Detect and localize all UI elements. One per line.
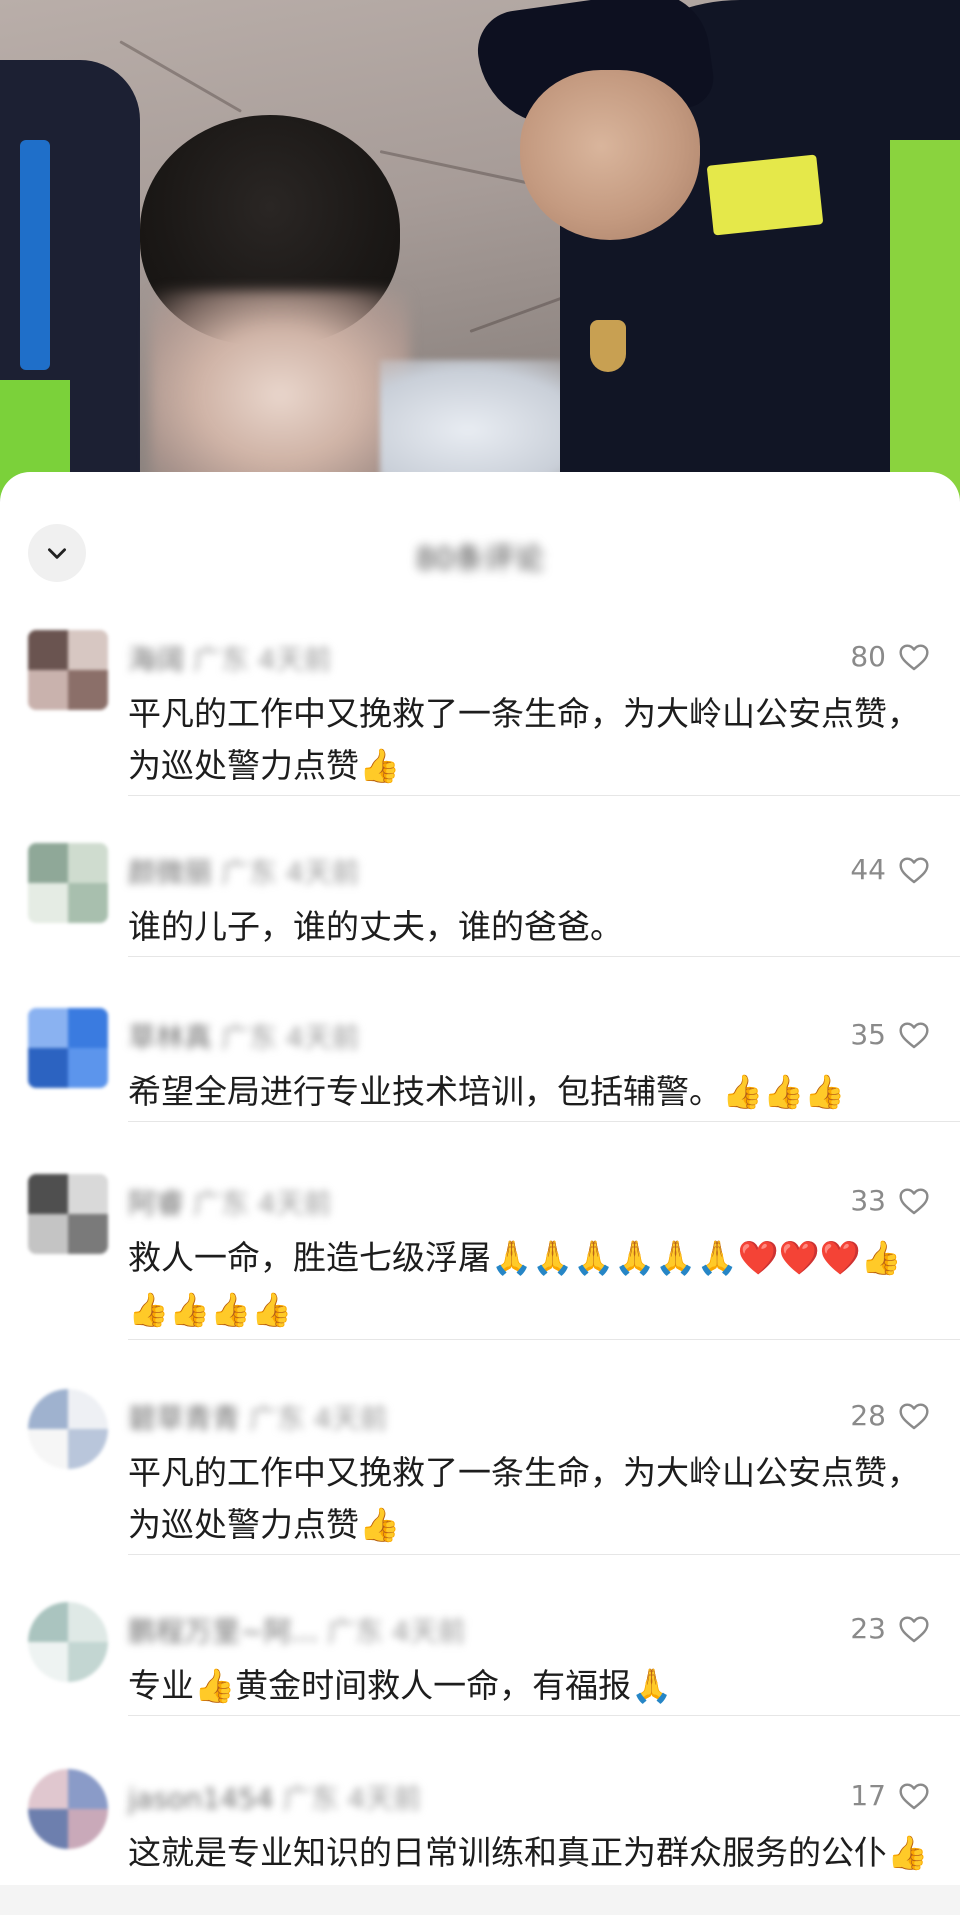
like-count: 44 (850, 853, 886, 886)
comments-sheet: 80条评论 海阔 广东 4天前 80 平凡的工作中又挽救了一条生命，为大岭山公安点赞… (0, 472, 960, 1915)
comment-time: 4天前 (304, 1402, 388, 1435)
like-button[interactable]: 28 (850, 1399, 930, 1432)
comment-username[interactable]: 草林真 (128, 1021, 212, 1054)
heart-icon[interactable] (898, 1020, 930, 1050)
like-button[interactable]: 17 (850, 1779, 930, 1812)
comment-item[interactable]: 碧草青青 广东 4天前 28 平凡的工作中又挽救了一条生命，为大岭山公安点赞，为巡处… (0, 1389, 960, 1555)
like-button[interactable]: 33 (850, 1184, 930, 1217)
heart-icon[interactable] (898, 1614, 930, 1644)
comment-text: 平凡的工作中又挽救了一条生命，为大岭山公安点赞，为巡处警力点赞👍 (128, 694, 920, 785)
avatar[interactable] (28, 630, 108, 710)
like-count: 80 (850, 640, 886, 673)
comment-count-title: 80条评论 (415, 542, 545, 577)
comment-location: 广东 (184, 643, 249, 676)
comment-meta: 鹏程万里~阿... 广东 4天前 (128, 1610, 466, 1650)
comment-time: 4天前 (248, 1187, 332, 1220)
comment-location: 广东 (212, 1021, 277, 1054)
divider (128, 1121, 960, 1122)
avatar[interactable] (28, 1602, 108, 1682)
comment-location: 广东 (318, 1615, 384, 1648)
heart-icon[interactable] (898, 1401, 930, 1431)
comment-item[interactable]: 草林真 广东 4天前 35 希望全局进行专业技术培训，包括辅警。👍👍👍 (0, 1008, 960, 1122)
officer-left (0, 60, 140, 500)
comment-time: 4天前 (276, 856, 360, 889)
like-button[interactable]: 23 (850, 1612, 930, 1645)
comment-time: 4天前 (338, 1782, 422, 1815)
comment-location: 广东 (184, 1187, 249, 1220)
heart-icon[interactable] (898, 855, 930, 885)
comment-meta: 草林真 广东 4天前 (128, 1016, 360, 1056)
like-button[interactable]: 35 (850, 1018, 930, 1051)
comment-text: 谁的儿子，谁的丈夫，谁的爸爸。 (128, 907, 623, 946)
blurred-face (150, 290, 410, 500)
divider (128, 795, 960, 796)
comment-username[interactable]: jason1454 (128, 1782, 274, 1815)
like-button[interactable]: 44 (850, 853, 930, 886)
comment-time: 4天前 (248, 643, 332, 676)
comment-username[interactable]: 海阔 (128, 643, 184, 676)
comment-meta: 碧草青青 广东 4天前 (128, 1397, 388, 1437)
divider (128, 1554, 960, 1555)
comment-meta: jason1454 广东 4天前 (128, 1777, 421, 1817)
avatar[interactable] (28, 1389, 108, 1469)
bottom-bar (0, 1885, 960, 1915)
comment-location: 广东 (212, 856, 277, 889)
comment-location: 广东 (273, 1782, 339, 1815)
heart-icon[interactable] (898, 642, 930, 672)
comment-username[interactable]: 阿睿 (128, 1187, 184, 1220)
comment-time: 4天前 (383, 1615, 466, 1648)
comment-item[interactable]: 颜微丽 广东 4天前 44 谁的儿子，谁的丈夫，谁的爸爸。 (0, 843, 960, 957)
comment-item[interactable]: 海阔 广东 4天前 80 平凡的工作中又挽救了一条生命，为大岭山公安点赞，为巡处警力… (0, 630, 960, 796)
comment-text: 专业👍黄金时间救人一命，有福报🙏 (128, 1666, 673, 1705)
comment-text: 希望全局进行专业技术培训，包括辅警。👍👍👍 (128, 1072, 846, 1111)
avatar[interactable] (28, 1174, 108, 1254)
like-count: 33 (850, 1184, 886, 1217)
comment-username[interactable]: 颜微丽 (128, 856, 212, 889)
avatar[interactable] (28, 1008, 108, 1088)
comment-text: 平凡的工作中又挽救了一条生命，为大岭山公安点赞，为巡处警力点赞👍 (128, 1453, 920, 1544)
divider (128, 956, 960, 957)
comment-meta: 颜微丽 广东 4天前 (128, 851, 360, 891)
comment-time: 4天前 (276, 1021, 360, 1054)
heart-icon[interactable] (898, 1186, 930, 1216)
comment-text: 救人一命，胜造七级浮屠🙏🙏🙏🙏🙏🙏❤️❤️❤️👍👍👍👍👍 (128, 1238, 902, 1329)
heart-icon[interactable] (898, 1781, 930, 1811)
divider (128, 1715, 960, 1716)
like-button[interactable]: 80 (850, 640, 930, 673)
avatar[interactable] (28, 843, 108, 923)
like-count: 23 (850, 1612, 886, 1645)
comment-username[interactable]: 碧草青青 (128, 1402, 240, 1435)
video-frame[interactable] (0, 0, 960, 500)
like-count: 17 (850, 1779, 886, 1812)
comment-item[interactable]: 鹏程万里~阿... 广东 4天前 23 专业👍黄金时间救人一命，有福报🙏 (0, 1602, 960, 1716)
comment-username[interactable]: 鹏程万里~阿... (128, 1615, 318, 1648)
comment-item[interactable]: 阿睿 广东 4天前 33 救人一命，胜造七级浮屠🙏🙏🙏🙏🙏🙏❤️❤️❤️👍👍👍👍👍 (0, 1174, 960, 1340)
comment-meta: 海阔 广东 4天前 (128, 638, 332, 678)
like-count: 28 (850, 1399, 886, 1432)
comment-meta: 阿睿 广东 4天前 (128, 1182, 332, 1222)
avatar[interactable] (28, 1769, 108, 1849)
like-count: 35 (850, 1018, 886, 1051)
divider (128, 1339, 960, 1340)
comment-location: 广东 (240, 1402, 305, 1435)
officer-right (472, 0, 960, 500)
